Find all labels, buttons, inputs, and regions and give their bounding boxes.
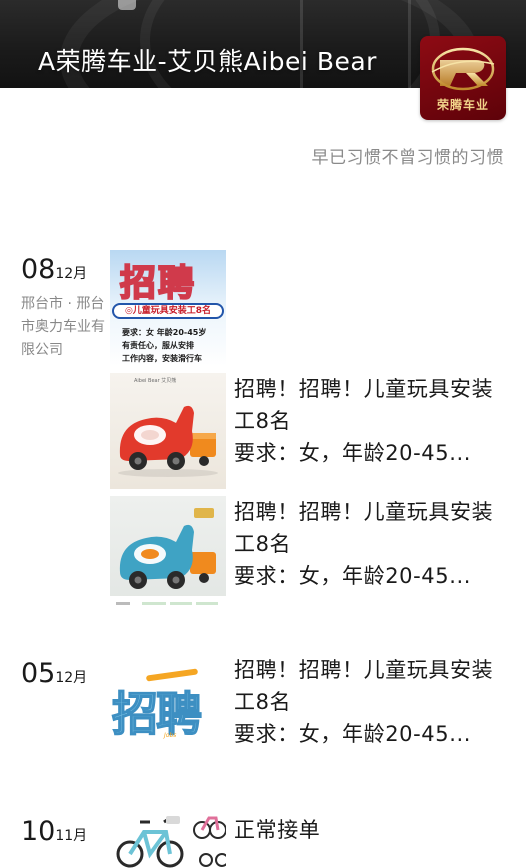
post-date-month: 12月 (55, 670, 88, 686)
profile-nickname[interactable]: A荣腾车业-艾贝熊Aibei Bear (38, 42, 377, 78)
post-date-day: 10 (21, 816, 56, 847)
cover-pole-decoration (408, 0, 411, 88)
post-text[interactable]: 招聘！招聘！儿童玩具安装 工8名 要求：女，年龄20-45... (234, 654, 506, 750)
avatar[interactable]: 荣腾车业 (420, 36, 506, 120)
post-thumbnail-kids-bikes[interactable] (110, 808, 226, 868)
kids-bike-icon (116, 816, 226, 868)
post-text-line: 招聘！招聘！儿童玩具安装 (234, 500, 494, 524)
post-date: 1011月 (21, 816, 87, 847)
post-date-month: 11月 (55, 828, 88, 844)
post-thumbnail-blue-toy-car[interactable] (110, 496, 226, 612)
post-text[interactable]: 招聘！招聘！儿童玩具安装 工8名 要求：女，年龄20-45... (234, 373, 506, 469)
post-date: 0512月 (21, 658, 87, 689)
post-text-line: 工8名 (234, 532, 292, 556)
post-thumbnail-recruit-poster[interactable]: 招聘 ◎儿童玩具安装工8名 要求：女 年龄20-45岁 有责任心，服从安排 工作… (110, 250, 226, 366)
post-text-line: 要求：女，年龄20-45... (234, 441, 472, 465)
post-date-day: 05 (21, 658, 56, 689)
post-date-month: 12月 (55, 266, 88, 282)
poster-req-line: 工作内容，安装滑行车 (122, 354, 202, 363)
post-text-line: 要求：女，年龄20-45... (234, 722, 472, 746)
post-date-day: 08 (21, 254, 56, 285)
poster-req-line: 要求：女 年龄20-45岁 (122, 328, 207, 337)
post-text-line: 工8名 (234, 409, 292, 433)
poster-headline: 招聘 (119, 262, 197, 305)
poster-req-line: 有责任心，服从安排 (122, 341, 194, 350)
profile-signature: 早已习惯不曾习惯的习惯 (311, 148, 504, 168)
cover-car-decoration (118, 0, 136, 10)
poster-requirements: 要求：女 年龄20-45岁 有责任心，服从安排 工作内容，安装滑行车 (122, 326, 206, 365)
post-text-line: 工8名 (234, 690, 292, 714)
post-text[interactable]: 正常接单 (234, 814, 320, 844)
red-toy-car-icon (118, 405, 218, 477)
poster-strip: ◎儿童玩具安装工8名 (112, 303, 224, 319)
post-location[interactable]: 邢台市 · 邢台市奥力车业有限公司 (21, 293, 105, 362)
post-text-line: 要求：女，年龄20-45... (234, 564, 472, 588)
post-text-line: 招聘！招聘！儿童玩具安装 (234, 658, 494, 682)
post-text[interactable]: 招聘！招聘！儿童玩具安装 工8名 要求：女，年龄20-45... (234, 496, 506, 592)
post-date: 0812月 (21, 254, 87, 285)
blue-toy-car-icon (110, 508, 226, 612)
art-headline: 招聘 (111, 686, 203, 742)
art-subtitle: Jobs (164, 732, 177, 739)
post-thumbnail-red-toy-car[interactable]: Aibei Bear 艾贝熊 (110, 373, 226, 489)
post-text-line: 招聘！招聘！儿童玩具安装 (234, 377, 494, 401)
post-thumbnail-recruit-art[interactable]: 招聘 Jobs (110, 654, 226, 770)
avatar-brand-text: 荣腾车业 (436, 98, 489, 112)
